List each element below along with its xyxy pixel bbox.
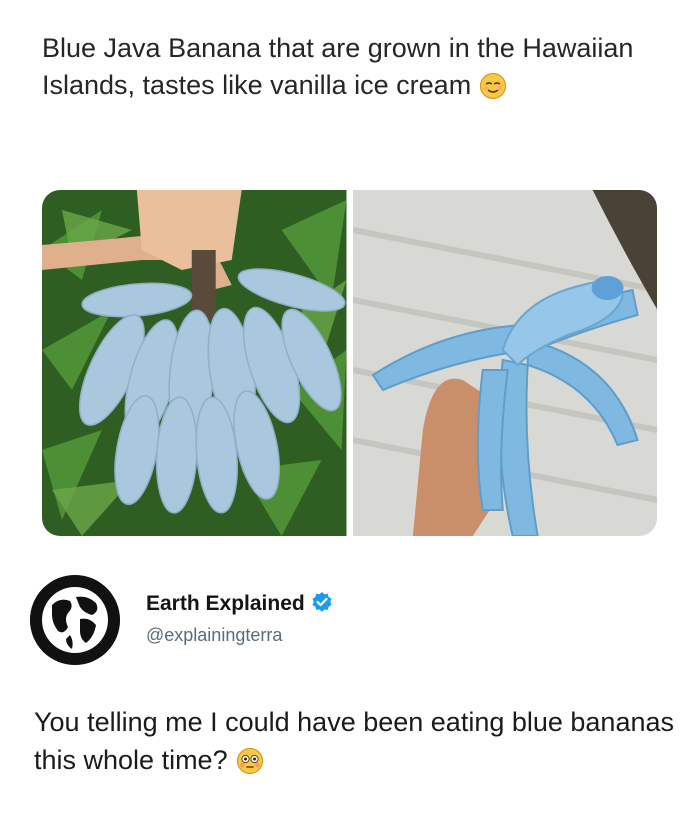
tweet-body: You telling me I could have been eating … (34, 707, 674, 775)
globe-icon (30, 575, 120, 665)
post-caption: Blue Java Banana that are grown in the H… (42, 30, 642, 110)
caption-text: Blue Java Banana that are grown in the H… (42, 33, 634, 100)
author-name-row[interactable]: Earth Explained (146, 591, 333, 619)
tweet-author[interactable]: Earth Explained @explainingterra (30, 575, 670, 665)
banana-bunch-icon (42, 190, 347, 536)
author-handle[interactable]: @explainingterra (146, 625, 282, 646)
photo-banana-bunch[interactable] (42, 190, 347, 536)
flushed-face-icon (236, 747, 264, 785)
tweet-text: You telling me I could have been eating … (34, 703, 674, 785)
relieved-face-icon (479, 72, 507, 110)
avatar[interactable] (30, 575, 120, 665)
peeled-blue-banana-icon (352, 190, 657, 536)
photo-gallery[interactable] (42, 190, 657, 536)
author-name[interactable]: Earth Explained (146, 592, 305, 615)
photo-peeled-banana[interactable] (352, 190, 657, 536)
verified-badge-icon (311, 591, 333, 619)
